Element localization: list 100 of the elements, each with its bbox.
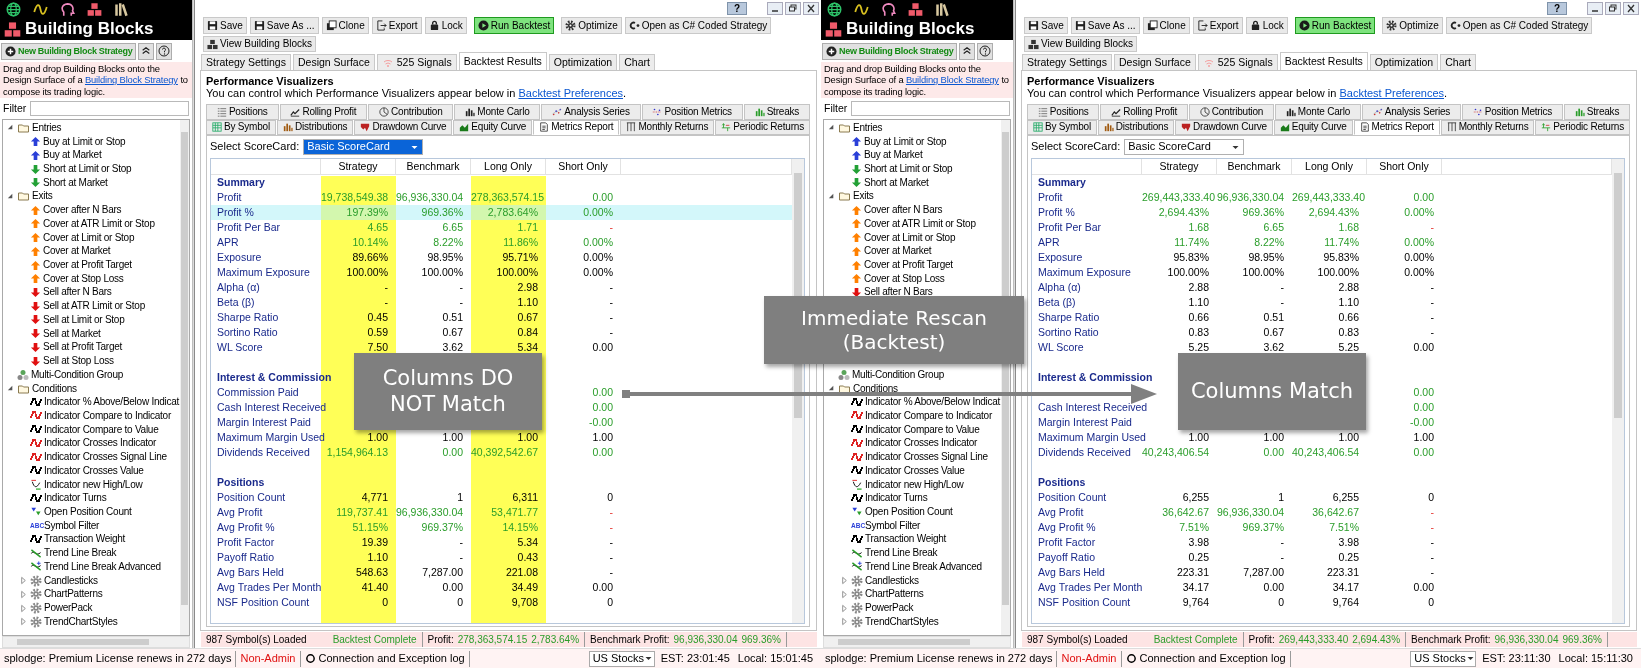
new-strategy-button[interactable]: New Building Block Strategy	[1, 42, 137, 60]
optimize-button[interactable]: Optimize	[561, 17, 622, 34]
preferences-link[interactable]: Backtest Preferences	[1339, 87, 1444, 99]
filter-field[interactable]	[851, 100, 1010, 116]
tree-item[interactable]: Open Position Count	[3, 505, 180, 519]
minimize-button[interactable]	[767, 1, 783, 15]
tree-item[interactable]: Trend Line Break Advanced	[3, 560, 180, 574]
tree-item[interactable]: ChartPatterns	[824, 587, 1001, 602]
tree-item[interactable]: Indicator Compare to Indicator	[824, 409, 1001, 423]
column-header[interactable]: Long Only	[471, 159, 546, 174]
tree-item[interactable]: Cover after N Bars	[3, 203, 180, 218]
tree-item[interactable]: Open Position Count	[824, 505, 1001, 519]
tree-item[interactable]: Cover at Profit Target	[824, 258, 1001, 272]
tab[interactable]: Backtest Results	[458, 52, 547, 70]
tree-item[interactable]: Sell at Stop Loss	[3, 354, 180, 368]
filter-field[interactable]	[30, 100, 189, 116]
tree-item[interactable]: Indicator Crosses Indicator	[824, 436, 1001, 451]
tab[interactable]: Strategy Settings	[201, 54, 291, 70]
tree-item[interactable]: Cover at ATR Limit or Stop	[3, 217, 180, 231]
tree-item[interactable]: Short at Market	[3, 175, 180, 190]
tab[interactable]: Analysis Series	[541, 104, 641, 120]
blocks-icon[interactable]	[87, 2, 102, 17]
tree-item[interactable]: Cover at ATR Limit or Stop	[824, 217, 1001, 231]
column-header[interactable]: Short Only	[1367, 159, 1442, 174]
tree-item[interactable]: Cover at Market	[824, 244, 1001, 259]
tab[interactable]: Design Surface	[1113, 54, 1196, 70]
tree-item[interactable]: Indicator Crosses Value	[824, 463, 1001, 478]
save-button[interactable]: Save	[1024, 17, 1068, 34]
books-icon[interactable]	[114, 2, 129, 17]
tree-item[interactable]: Cover at Market	[3, 244, 180, 259]
tab[interactable]: Contribution	[368, 104, 454, 120]
tab[interactable]: Analysis Series	[1361, 104, 1461, 120]
tree-item[interactable]: TrendChartStyles	[3, 614, 180, 629]
tree-item[interactable]: Buy at Limit or Stop	[824, 134, 1001, 149]
tree-item[interactable]: Indicator new High/Low	[3, 477, 180, 492]
tree-item[interactable]: Cover at Limit or Stop	[824, 230, 1001, 245]
column-header[interactable]: Short Only	[546, 159, 621, 174]
tree-item[interactable]: Cover at Limit or Stop	[3, 230, 180, 245]
tree-item[interactable]: Indicator Crosses Signal Line	[3, 450, 180, 464]
clone-button[interactable]: Clone	[321, 17, 369, 34]
tree-item[interactable]: Sell at ATR Limit or Stop	[3, 299, 180, 314]
tree-item[interactable]: Short at Limit or Stop	[824, 162, 1001, 176]
tab[interactable]: Positions	[206, 104, 279, 120]
run-backtest-button[interactable]: Run Backtest	[1294, 17, 1376, 34]
tree-item[interactable]: Exits	[824, 189, 1001, 204]
tree-item[interactable]: Candlesticks	[824, 573, 1001, 588]
tree-item[interactable]: PowerPack	[824, 601, 1001, 615]
strategy-link[interactable]: Building Block Strategy	[905, 74, 999, 86]
tree-item[interactable]: Exits	[3, 189, 180, 204]
clone-button[interactable]: Clone	[1142, 17, 1190, 34]
tree-item[interactable]: Cover at Stop Loss	[3, 271, 180, 286]
expander-icon[interactable]	[6, 384, 15, 393]
strategy-link[interactable]: Building Block Strategy	[84, 74, 178, 86]
tree-item[interactable]: Sell at Limit or Stop	[3, 313, 180, 327]
preferences-link[interactable]: Backtest Preferences	[518, 87, 623, 99]
collapse-button[interactable]	[959, 42, 976, 60]
tab[interactable]: Streaks	[743, 104, 810, 120]
scorecard-dropdown[interactable]: Basic ScoreCard	[1124, 139, 1245, 155]
open-code-button[interactable]: Open as C# Coded Strategy	[624, 17, 772, 34]
tree-item[interactable]: Buy at Market	[3, 148, 180, 163]
save-as-button[interactable]: Save As ...	[249, 17, 319, 34]
tree-item[interactable]: Sell at Profit Target	[3, 340, 180, 355]
log-link[interactable]: Connection and Exception log	[300, 650, 470, 667]
optimize-button[interactable]: Optimize	[1382, 17, 1443, 34]
collapse-button[interactable]	[138, 42, 155, 60]
help-button[interactable]: ?	[1547, 1, 1567, 15]
tree-item[interactable]: Trend Line Break	[824, 546, 1001, 560]
column-header[interactable]: Strategy	[321, 159, 396, 174]
save-as-button[interactable]: Save As ...	[1070, 17, 1140, 34]
tree-item[interactable]: Cover at Profit Target	[3, 258, 180, 272]
close-button[interactable]	[1623, 1, 1639, 15]
column-header[interactable]: Strategy	[1142, 159, 1217, 174]
tree-item[interactable]: Indicator Crosses Indicator	[3, 436, 180, 451]
tree-item[interactable]: ChartPatterns	[3, 587, 180, 602]
restore-button[interactable]	[785, 1, 801, 15]
tab[interactable]: 525 Signals	[1197, 54, 1278, 70]
tab[interactable]: Position Metrics	[1461, 104, 1563, 120]
scrollbar[interactable]	[823, 636, 1011, 648]
scrollbar[interactable]	[1612, 159, 1624, 623]
tree-item[interactable]: Cover at Stop Loss	[824, 271, 1001, 286]
tab[interactable]: Backtest Results	[1279, 52, 1368, 70]
tab[interactable]: Monte Carlo	[454, 104, 541, 120]
tree-item[interactable]: Indicator Compare to Value	[824, 422, 1001, 437]
save-button[interactable]: Save	[203, 17, 247, 34]
tree-item[interactable]: Buy at Limit or Stop	[3, 134, 180, 149]
tab[interactable]: Rolling Profit	[279, 104, 368, 120]
books-icon[interactable]	[935, 2, 950, 17]
column-header[interactable]: Benchmark	[1217, 159, 1292, 174]
tab[interactable]: Positions	[1027, 104, 1100, 120]
tree-item[interactable]: Sell at Market	[3, 326, 180, 341]
restore-button[interactable]	[1605, 1, 1621, 15]
scrollbar[interactable]	[180, 120, 189, 635]
tab[interactable]: Contribution	[1188, 104, 1275, 120]
tree-item[interactable]: Short at Market	[824, 175, 1001, 190]
globe-icon[interactable]	[6, 2, 21, 17]
close-button[interactable]	[803, 1, 819, 15]
tab[interactable]: Optimization	[1369, 54, 1439, 70]
market-dropdown[interactable]: US Stocks	[1410, 650, 1477, 667]
tree-item[interactable]: Entries	[824, 121, 1001, 135]
market-dropdown[interactable]: US Stocks	[588, 650, 655, 667]
